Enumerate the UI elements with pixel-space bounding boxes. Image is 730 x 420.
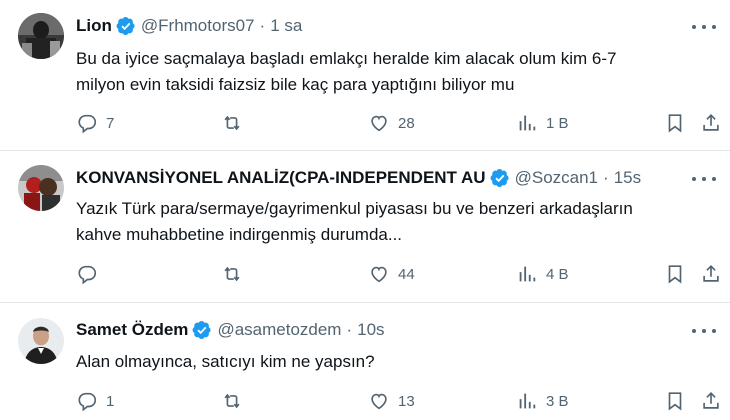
tweet-text: Bu da iyice saçmalaya başladı emlakçı he… bbox=[76, 46, 616, 98]
tweet-text: Alan olmayınca, satıcıyı kim ne yapsın? bbox=[76, 349, 375, 375]
display-name[interactable]: KONVANSİYONEL ANALİZ(CPA-INDEPENDENT AU bbox=[76, 168, 486, 188]
more-options-icon[interactable] bbox=[692, 172, 716, 186]
reply-icon bbox=[76, 263, 98, 285]
bookmark-button[interactable] bbox=[664, 112, 686, 134]
reply-button[interactable]: 1 bbox=[76, 390, 114, 412]
reply-icon bbox=[76, 112, 98, 134]
views-count: 3 B bbox=[546, 392, 569, 410]
heart-icon bbox=[368, 112, 390, 134]
views-count: 4 B bbox=[546, 265, 569, 283]
bookmark-icon bbox=[664, 263, 686, 285]
retweet-icon bbox=[220, 112, 244, 134]
bookmark-button[interactable] bbox=[664, 263, 686, 285]
tweet-header: Lion @Frhmotors07 · 1 sa bbox=[76, 15, 302, 37]
tweet-text-line: milyon evin taksidi faizsiz bile kaç par… bbox=[76, 75, 515, 94]
timestamp[interactable]: 1 sa bbox=[270, 16, 302, 36]
verified-badge-icon bbox=[192, 320, 212, 340]
separator-dot: · bbox=[346, 320, 353, 339]
avatar[interactable] bbox=[18, 318, 64, 364]
share-icon bbox=[700, 390, 722, 412]
avatar[interactable] bbox=[18, 13, 64, 59]
heart-icon bbox=[368, 263, 390, 285]
views-button[interactable]: 1 B bbox=[516, 112, 569, 134]
reply-count: 1 bbox=[106, 392, 115, 410]
display-name[interactable]: Lion bbox=[76, 16, 112, 36]
bookmark-button[interactable] bbox=[664, 390, 686, 412]
views-icon bbox=[516, 263, 538, 285]
display-name[interactable]: Samet Özdem bbox=[76, 320, 188, 340]
retweet-icon bbox=[220, 390, 244, 412]
tweet-3[interactable]: Samet Özdem @asametozdem · 10s Alan olma… bbox=[0, 303, 730, 420]
share-button[interactable] bbox=[700, 390, 722, 412]
user-handle[interactable]: @Sozcan1 bbox=[515, 168, 598, 188]
share-icon bbox=[700, 263, 722, 285]
views-icon bbox=[516, 112, 538, 134]
tweet-text-line: kahve muhabbetine indirgenmiş durumda... bbox=[76, 225, 403, 244]
like-count: 13 bbox=[398, 392, 415, 410]
timestamp[interactable]: 15s bbox=[614, 168, 641, 188]
views-button[interactable]: 4 B bbox=[516, 263, 569, 285]
separator-dot: · bbox=[259, 16, 266, 35]
like-button[interactable]: 13 bbox=[368, 390, 415, 412]
tweet-1[interactable]: Lion @Frhmotors07 · 1 sa Bu da iyice saç… bbox=[0, 0, 730, 148]
share-button[interactable] bbox=[700, 112, 722, 134]
timestamp[interactable]: 10s bbox=[357, 320, 384, 340]
views-count: 1 B bbox=[546, 114, 569, 132]
more-options-icon[interactable] bbox=[692, 20, 716, 34]
tweet-text-line: Yazık Türk para/sermaye/gayrimenkul piya… bbox=[76, 199, 633, 218]
tweet-header: Samet Özdem @asametozdem · 10s bbox=[76, 319, 385, 341]
like-count: 28 bbox=[398, 114, 415, 132]
retweet-button[interactable] bbox=[220, 112, 252, 134]
tweet-text-line: Alan olmayınca, satıcıyı kim ne yapsın? bbox=[76, 352, 375, 371]
retweet-button[interactable] bbox=[220, 263, 252, 285]
share-icon bbox=[700, 112, 722, 134]
avatar[interactable] bbox=[18, 165, 64, 211]
more-options-icon[interactable] bbox=[692, 324, 716, 338]
like-button[interactable]: 44 bbox=[368, 263, 415, 285]
views-button[interactable]: 3 B bbox=[516, 390, 569, 412]
tweet-text-line: Bu da iyice saçmalaya başladı emlakçı he… bbox=[76, 49, 617, 68]
bookmark-icon bbox=[664, 390, 686, 412]
share-button[interactable] bbox=[700, 263, 722, 285]
retweet-icon bbox=[220, 263, 244, 285]
tweet-text: Yazık Türk para/sermaye/gayrimenkul piya… bbox=[76, 196, 633, 248]
tweet-header: KONVANSİYONEL ANALİZ(CPA-INDEPENDENT AU … bbox=[76, 167, 641, 189]
retweet-button[interactable] bbox=[220, 390, 252, 412]
user-handle[interactable]: @asametozdem bbox=[217, 320, 341, 340]
views-icon bbox=[516, 390, 538, 412]
reply-icon bbox=[76, 390, 98, 412]
reply-count: 7 bbox=[106, 114, 115, 132]
reply-button[interactable] bbox=[76, 263, 106, 285]
bookmark-icon bbox=[664, 112, 686, 134]
tweet-2[interactable]: KONVANSİYONEL ANALİZ(CPA-INDEPENDENT AU … bbox=[0, 151, 730, 299]
reply-button[interactable]: 7 bbox=[76, 112, 114, 134]
like-button[interactable]: 28 bbox=[368, 112, 415, 134]
heart-icon bbox=[368, 390, 390, 412]
separator-dot: · bbox=[603, 168, 609, 187]
user-handle[interactable]: @Frhmotors07 bbox=[141, 16, 255, 36]
verified-badge-icon bbox=[116, 16, 136, 36]
verified-badge-icon bbox=[490, 168, 510, 188]
like-count: 44 bbox=[398, 265, 415, 283]
